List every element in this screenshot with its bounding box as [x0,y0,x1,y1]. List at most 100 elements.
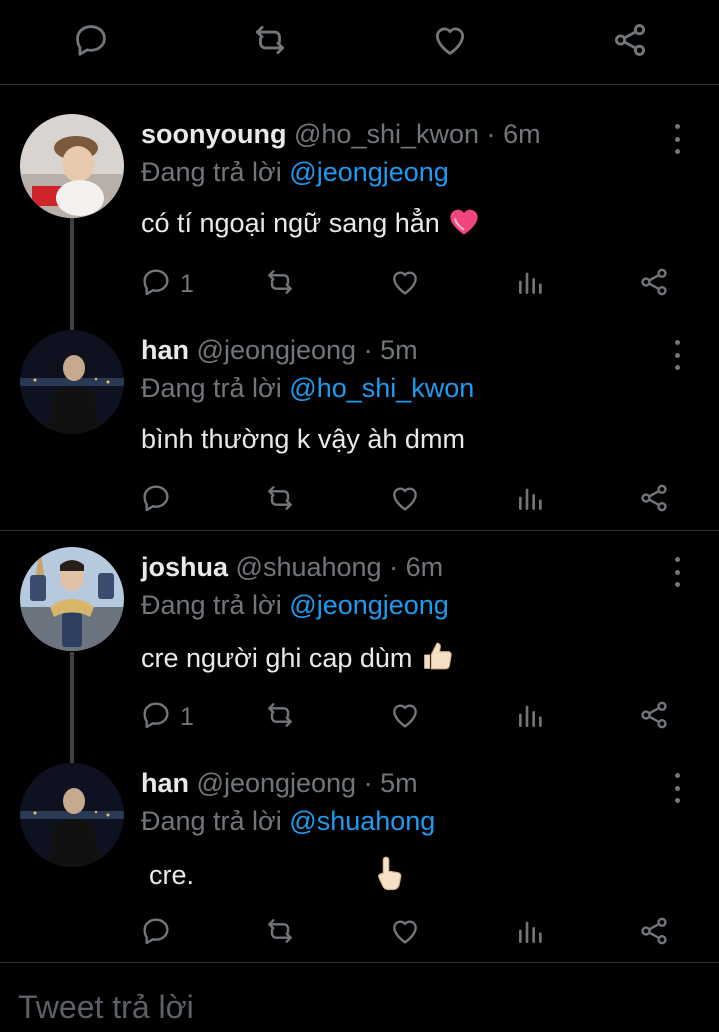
retweet-icon[interactable] [248,18,292,62]
separator-dot: · [389,552,399,582]
retweet-icon [264,915,296,952]
handle[interactable]: @jeongjeong [197,335,357,365]
display-name[interactable]: han [141,335,189,365]
retweet-button[interactable] [264,699,296,735]
analytics-icon [515,915,547,952]
analytics-icon [515,699,547,736]
replying-to: Đang trả lời @shuahong [141,805,435,837]
like-button[interactable] [389,482,421,518]
analytics-button[interactable] [515,915,547,951]
reply-icon [140,915,172,952]
reply-icon [140,266,172,303]
separator-dot: · [363,335,373,365]
share-button[interactable] [638,915,670,951]
tweet-text: cre. [149,855,404,899]
more-options-icon[interactable] [665,557,689,587]
tweet-text-content: bình thường k vậy àh dmm [141,424,465,454]
timestamp[interactable]: 6m [503,119,541,149]
timestamp[interactable]: 5m [380,335,418,365]
more-options-icon[interactable] [665,773,689,803]
tweet-text: bình thường k vậy àh dmm [141,422,465,456]
reply-button[interactable] [140,915,180,951]
reply-button[interactable]: 1 [140,266,194,302]
reply-icon[interactable] [69,18,113,62]
share-button[interactable] [638,482,670,518]
like-button[interactable] [389,915,421,951]
reply-prefix: Đang trả lời [141,373,282,403]
tweet-actions: 1 [140,699,700,735]
tweet-action-bar [0,0,719,84]
analytics-icon [515,482,547,519]
reply-prefix: Đang trả lời [141,806,282,836]
tweet-text: cre người ghi cap dùm [141,639,454,681]
retweet-icon [264,266,296,303]
mention-link[interactable]: @jeongjeong [289,590,449,620]
like-button[interactable] [389,699,421,735]
separator [0,530,719,531]
thread-line [70,218,74,330]
reply-icon [140,699,172,736]
avatar[interactable] [20,763,124,867]
retweet-button[interactable] [264,915,296,951]
reply-prefix: Đang trả lời [141,590,282,620]
handle[interactable]: @jeongjeong [197,768,357,798]
pink-heart-emoji [447,206,481,244]
tweet-text-content: cre. [149,860,195,891]
reply-prefix: Đang trả lời [141,157,282,187]
reply-icon [140,482,172,519]
like-icon [389,699,421,736]
reply-count: 1 [180,269,194,298]
handle[interactable]: @shuahong [236,552,382,582]
more-options-icon[interactable] [665,340,689,370]
handle[interactable]: @ho_shi_kwon [294,119,479,149]
tweet-text: có tí ngoại ngữ sang hẳn [141,206,481,244]
display-name[interactable]: soonyoung [141,119,286,149]
share-icon [638,915,670,952]
timestamp[interactable]: 5m [380,768,418,798]
retweet-button[interactable] [264,482,296,518]
share-icon[interactable] [608,18,652,62]
reply-input-placeholder[interactable]: Tweet trả lời [18,989,194,1026]
mention-link[interactable]: @jeongjeong [289,157,449,187]
analytics-button[interactable] [515,482,547,518]
like-icon[interactable] [428,18,472,62]
thumbs-up-emoji [420,639,454,681]
analytics-icon [515,266,547,303]
separator-dot: · [363,768,373,798]
share-icon [638,482,670,519]
share-icon [638,266,670,303]
reply-composer[interactable]: Tweet trả lời [0,963,719,1032]
analytics-button[interactable] [515,699,547,735]
display-name[interactable]: han [141,768,189,798]
replying-to: Đang trả lời @jeongjeong [141,156,449,188]
replying-to: Đang trả lời @ho_shi_kwon [141,372,474,404]
retweet-icon [264,699,296,736]
avatar[interactable] [20,547,124,651]
avatar[interactable] [20,330,124,434]
like-icon [389,482,421,519]
share-button[interactable] [638,266,670,302]
reply-button[interactable]: 1 [140,699,194,735]
analytics-button[interactable] [515,266,547,302]
tweet-actions: 1 [140,266,700,302]
reply-count: 1 [180,702,194,731]
timestamp[interactable]: 6m [406,552,444,582]
separator [0,84,719,85]
tweet-actions [140,915,700,951]
more-options-icon[interactable] [665,124,689,154]
tweet-actions [140,482,700,518]
like-icon [389,266,421,303]
replying-to: Đang trả lời @jeongjeong [141,589,449,621]
share-button[interactable] [638,699,670,735]
retweet-icon [264,482,296,519]
mention-link[interactable]: @ho_shi_kwon [289,373,474,403]
mention-link[interactable]: @shuahong [289,806,435,836]
display-name[interactable]: joshua [141,552,228,582]
reply-button[interactable] [140,482,180,518]
like-button[interactable] [389,266,421,302]
tweet-text-content: cre người ghi cap dùm [141,643,413,674]
pointing-up-emoji [374,855,404,899]
retweet-button[interactable] [264,266,296,302]
tweet-text-content: có tí ngoại ngữ sang hẳn [141,208,440,239]
avatar[interactable] [20,114,124,218]
